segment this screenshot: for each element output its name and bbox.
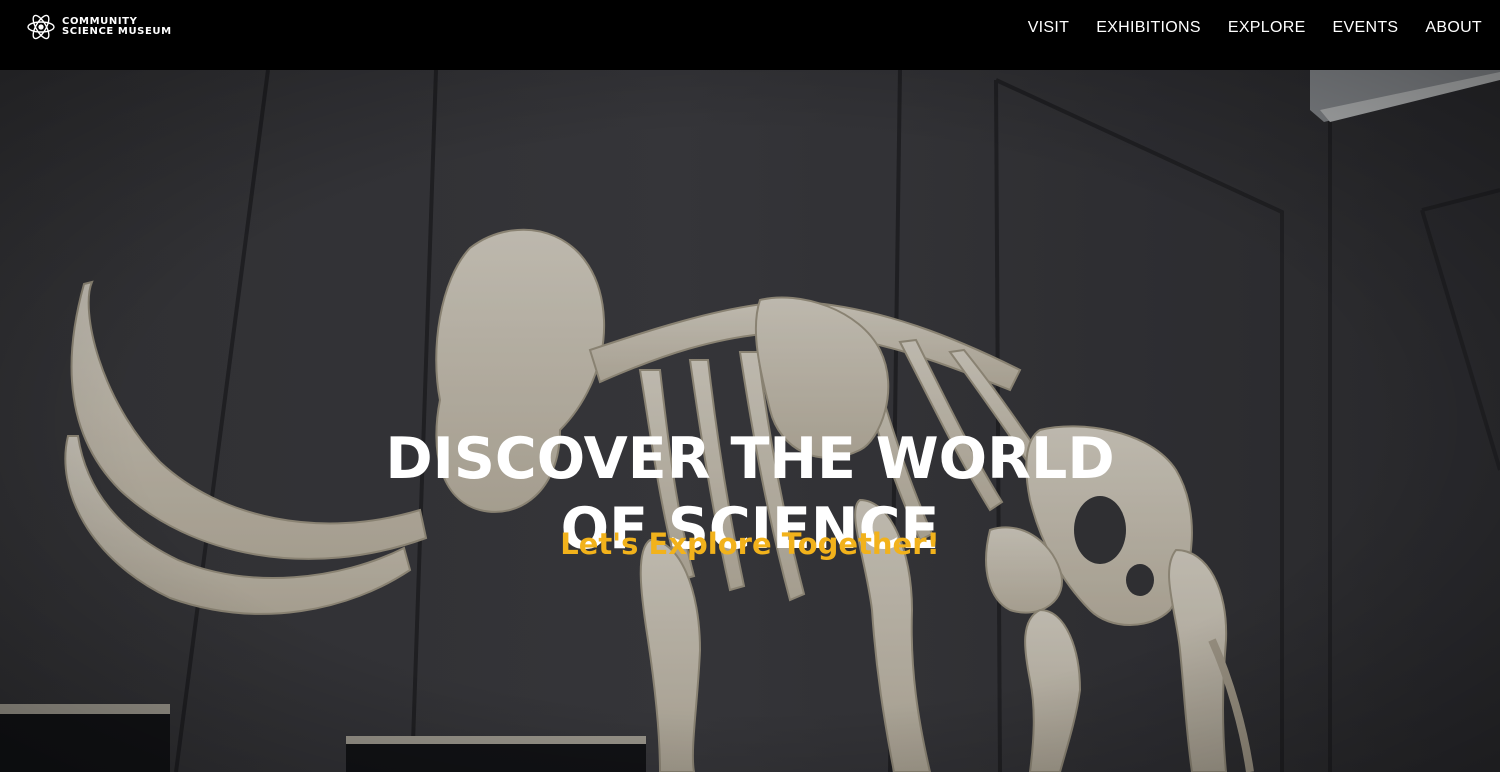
site-logo[interactable]: COMMUNITY SCIENCE MUSEUM — [26, 10, 172, 44]
site-header: COMMUNITY SCIENCE MUSEUM VISIT EXHIBITIO… — [0, 0, 1500, 70]
main-nav: VISIT EXHIBITIONS EXPLORE EVENTS ABOUT — [1028, 18, 1482, 38]
nav-visit[interactable]: VISIT — [1028, 18, 1070, 38]
hero-subtitle: Let's Explore Together! — [560, 527, 940, 561]
hero-section: DISCOVER THE WORLD OF SCIENCE Let's Expl… — [0, 70, 1500, 772]
nav-exhibitions[interactable]: EXHIBITIONS — [1096, 18, 1201, 38]
page: COMMUNITY SCIENCE MUSEUM VISIT EXHIBITIO… — [0, 0, 1500, 772]
logo-text: COMMUNITY SCIENCE MUSEUM — [62, 17, 172, 37]
logo-line-2: SCIENCE MUSEUM — [62, 26, 172, 37]
atom-icon — [27, 14, 55, 40]
nav-explore[interactable]: EXPLORE — [1228, 18, 1306, 38]
nav-about[interactable]: ABOUT — [1425, 18, 1482, 38]
hero-title-line-1: DISCOVER THE WORLD — [385, 426, 1115, 493]
hero-background-image — [0, 70, 1500, 772]
nav-events[interactable]: EVENTS — [1333, 18, 1399, 38]
